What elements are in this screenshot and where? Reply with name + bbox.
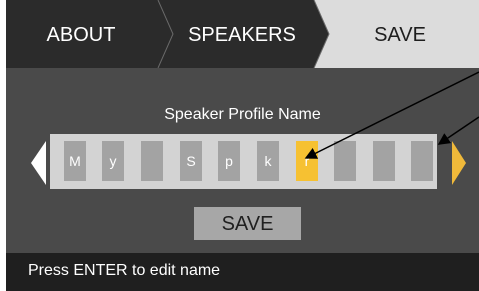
tab-about[interactable]: ABOUT bbox=[6, 0, 156, 68]
tab-bar: ABOUT SPEAKERS SAVE bbox=[6, 0, 479, 68]
status-bar: Press ENTER to edit name bbox=[6, 253, 479, 291]
save-button[interactable]: SAVE bbox=[194, 207, 301, 240]
char-cell[interactable] bbox=[411, 141, 433, 181]
tab-save[interactable]: SAVE bbox=[324, 0, 476, 68]
char-cell[interactable]: S bbox=[180, 141, 202, 181]
profile-name-title: Speaker Profile Name bbox=[164, 106, 321, 123]
char-cell[interactable] bbox=[334, 141, 356, 181]
tab-speakers[interactable]: SPEAKERS bbox=[166, 0, 318, 68]
character-strip: M y S p k r bbox=[50, 134, 437, 189]
char-cell-selected[interactable]: r bbox=[296, 141, 318, 181]
status-text: Press ENTER to edit name bbox=[28, 262, 221, 279]
caret-right-icon[interactable] bbox=[452, 141, 466, 185]
device-screen: ABOUT SPEAKERS SAVE Speaker Profile Name… bbox=[6, 0, 479, 291]
char-cell[interactable]: y bbox=[102, 141, 124, 181]
char-cell[interactable]: p bbox=[218, 141, 240, 181]
caret-left-icon[interactable] bbox=[31, 141, 46, 185]
char-cell[interactable]: M bbox=[64, 141, 86, 181]
char-cell[interactable] bbox=[373, 141, 395, 181]
char-cell[interactable] bbox=[141, 141, 163, 181]
char-cell[interactable]: k bbox=[257, 141, 279, 181]
